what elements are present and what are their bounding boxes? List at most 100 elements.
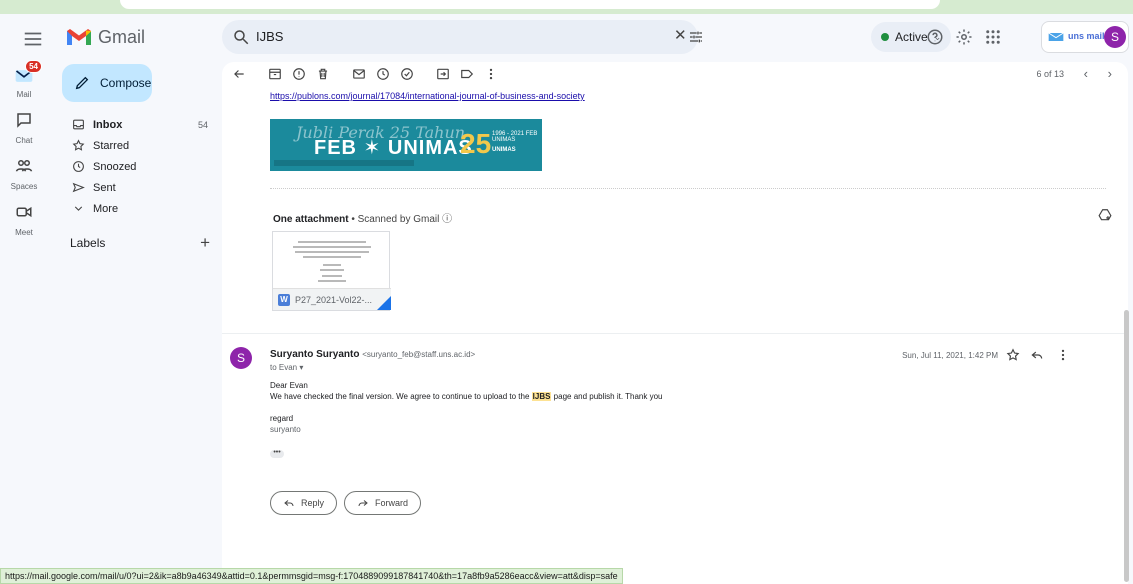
clear-search-icon[interactable]: ✕ [674,26,687,44]
report-spam-icon[interactable] [292,67,306,81]
attachment-header: One attachment • Scanned by Gmail ⓘ [273,210,452,225]
status-dot-icon [881,33,889,41]
attachment-footer: W P27_2021-Vol22-... [273,288,391,310]
rail-item-chat[interactable]: Chat [0,111,48,145]
body-line: We have checked the final version. We ag… [270,391,663,402]
star-icon [72,139,85,151]
move-to-icon[interactable] [436,67,450,81]
pencil-icon [75,76,89,90]
nav-label: Sent [93,181,116,194]
header: Gmail IJBS ✕ Active ⌄ uns mail S [0,18,1133,62]
sender-line: Suryanto Suryanto <suryanto_feb@staff.un… [270,349,475,360]
star-icon[interactable] [1006,348,1020,362]
settings-gear-icon[interactable] [955,28,973,46]
rail-label-chat: Chat [15,136,33,145]
forward-icon [358,500,368,507]
attachment-thumbnail[interactable]: W P27_2021-Vol22-... [272,231,391,311]
mail-nav: Inbox 54 Starred Snoozed Sent More [62,114,212,219]
account-brand: uns mail [1068,31,1105,41]
divider [270,188,1106,189]
message-view: 6 of 13 ‹ › https://publons.com/journal/… [222,62,1128,584]
app-name: Gmail [98,26,146,47]
apps-grid-icon[interactable] [984,28,1002,46]
nav-label: Snoozed [93,160,137,173]
snooze-icon[interactable] [376,67,390,81]
nav-item-inbox[interactable]: Inbox 54 [62,114,212,135]
gmail-logo[interactable]: Gmail [66,26,145,48]
banner-caption-2: UNIMAS [492,147,516,153]
recipients-toggle[interactable]: to Evan ▾ [270,363,303,372]
sender-name[interactable]: Suryanto Suryanto [270,349,359,360]
previous-icon[interactable]: ‹ [1084,66,1088,81]
nav-item-starred[interactable]: Starred [62,135,212,156]
labels-title: Labels [70,236,106,250]
mark-unread-icon[interactable] [352,67,366,81]
back-arrow-icon[interactable] [232,67,246,81]
body-text: We have checked the final version. We ag… [270,392,532,401]
more-vertical-icon[interactable] [484,67,498,81]
reply-button[interactable]: Reply [270,491,338,515]
add-label-button[interactable]: + [200,233,210,253]
add-to-drive-icon[interactable] [1098,208,1112,222]
search-icon[interactable] [232,28,250,46]
rail-label-meet: Meet [15,228,33,237]
delete-icon[interactable] [316,67,330,81]
nav-label: Starred [93,139,130,152]
feb-unimas-banner: Jubli Perak 25 Tahun FEB ✶ UNIMAS 25 199… [270,119,542,171]
spaces-icon [15,160,33,172]
scrollbar[interactable] [1124,310,1129,582]
nav-label: Inbox [93,118,123,131]
banner-title: FEB ✶ UNIMAS [314,137,473,159]
search-options-icon[interactable] [688,29,704,45]
uns-mail-logo-icon [1048,32,1064,41]
next-icon[interactable]: › [1108,66,1112,81]
rail-item-spaces[interactable]: Spaces [0,157,48,191]
main-menu-icon[interactable] [22,28,44,50]
compose-button[interactable]: Compose [62,64,152,102]
page-corner-icon [377,296,391,310]
banner-social-strip [274,160,414,166]
inbox-icon [73,119,84,130]
attachment-count: One attachment [273,214,349,225]
more-vertical-icon[interactable] [1056,348,1070,362]
rail-item-mail[interactable]: 54 Mail [0,60,48,99]
journal-link[interactable]: https://publons.com/journal/17084/intern… [270,91,585,101]
nav-item-sent[interactable]: Sent [62,177,212,198]
reply-icon [284,500,294,507]
add-task-icon[interactable] [400,67,414,81]
signature-name: suryanto [270,425,301,434]
search-input[interactable]: IJBS [256,29,283,44]
compose-label: Compose [100,76,152,90]
attachment-scan-note: • Scanned by Gmail ⓘ [348,214,453,225]
labels-section: Labels + [70,233,210,253]
label-icon[interactable] [460,67,474,81]
mail-badge: 54 [25,60,42,73]
meet-icon [16,206,32,218]
nav-item-more[interactable]: More [62,198,212,219]
browser-top-strip [0,0,1133,14]
forward-button[interactable]: Forward [344,491,422,515]
attachment-filename: P27_2021-Vol22-... [295,295,373,305]
reply-icon[interactable] [1030,348,1044,362]
reply-label: Reply [301,498,325,508]
search-bar[interactable]: IJBS ✕ [222,20,702,54]
rail-label-mail: Mail [16,90,32,99]
banner-number: 25 [460,128,492,159]
gmail-m-icon [67,29,91,45]
show-trimmed-button[interactable]: ••• [270,449,284,458]
account-avatar[interactable]: S [1104,26,1126,48]
rail-item-meet[interactable]: Meet [0,203,48,237]
chat-icon [17,113,31,128]
message-divider [222,333,1128,334]
pager-count: 6 of 13 [1036,69,1064,79]
message-date: Sun, Jul 11, 2021, 1:42 PM [902,351,998,360]
status-label: Active [895,30,928,44]
browser-address-pill [120,0,940,9]
nav-item-snoozed[interactable]: Snoozed [62,156,212,177]
chevron-down-icon [74,206,83,211]
account-switcher[interactable]: uns mail S [1041,21,1129,53]
help-icon[interactable] [926,28,944,46]
app-rail: 54 Mail Chat Spaces Meet [0,60,48,249]
archive-icon[interactable] [268,67,282,81]
sender-avatar[interactable]: S [230,347,252,369]
